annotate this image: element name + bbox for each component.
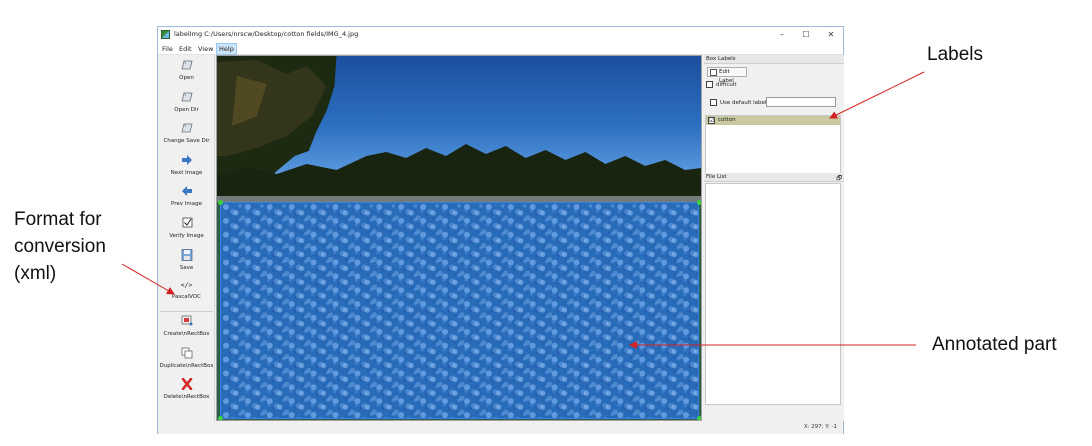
verify-image-label: Verify Image	[169, 233, 204, 239]
annotated-bounding-box[interactable]	[220, 202, 699, 419]
prev-image-button[interactable]: Prev Image	[158, 185, 215, 207]
change-save-dir-icon	[180, 123, 193, 133]
duplicate-icon	[181, 347, 192, 359]
format-pascalvoc-button[interactable]: </> PascalVOC	[158, 281, 215, 300]
floppy-disk-icon	[181, 249, 192, 261]
use-default-label-checkbox[interactable]	[710, 99, 717, 106]
menu-file[interactable]: File	[160, 44, 175, 54]
maximize-button[interactable]: ☐	[799, 29, 813, 41]
save-label: Save	[179, 265, 194, 271]
title-bar: labelImg C:/Users/nrscw/Desktop/cotton f…	[158, 27, 843, 43]
callout-format-line3: (xml)	[14, 263, 57, 284]
edit-label-button[interactable]: Edit Label	[707, 67, 747, 84]
prev-image-label: Prev Image	[171, 201, 202, 207]
callout-format: Format for conversion (xml)	[14, 206, 106, 287]
menu-help[interactable]: Help	[216, 43, 237, 55]
delete-rectbox-label: Delete\nRectBox	[163, 394, 210, 400]
duplicate-rectbox-label: Duplicate\nRectBox	[159, 363, 214, 369]
delete-rectbox-button[interactable]: Delete\nRectBox	[158, 378, 215, 400]
next-image-button[interactable]: Next Image	[158, 154, 215, 176]
open-button[interactable]: Open	[158, 59, 215, 81]
delete-x-icon	[181, 378, 192, 390]
toolbar-divider	[160, 311, 213, 312]
create-rect-icon	[181, 315, 192, 326]
file-list[interactable]	[705, 183, 841, 405]
file-list-title: File List 🗗	[704, 173, 844, 182]
left-toolbar: Open Open Dir Change Save Dir Next Image…	[158, 55, 215, 433]
open-dir-icon	[180, 92, 193, 102]
arrow-to-labels	[829, 71, 925, 119]
minimize-button[interactable]: –	[775, 29, 789, 41]
label-visible-checkbox[interactable]: ☑	[708, 117, 715, 124]
default-label-input[interactable]	[766, 97, 836, 107]
box-handle-top-right[interactable]	[697, 200, 701, 205]
box-handle-top-left[interactable]	[218, 200, 223, 205]
code-icon: </>	[180, 281, 193, 289]
tree-line-image	[217, 56, 701, 206]
close-button[interactable]: ✕	[824, 29, 838, 41]
label-row-cotton[interactable]: ☑ cotton	[706, 116, 840, 125]
app-icon	[161, 30, 170, 39]
screenshot-stage: labelImg C:/Users/nrscw/Desktop/cotton f…	[0, 0, 1092, 446]
verify-image-button[interactable]: Verify Image	[158, 217, 215, 239]
create-rectbox-label: Create\nRectBox	[163, 331, 210, 337]
edit-pen-icon	[710, 69, 717, 76]
left-arrow-icon	[181, 186, 192, 196]
status-bar: X: 297; Y: -1	[158, 421, 843, 434]
file-list-title-text: File List	[706, 174, 727, 180]
difficult-checkbox[interactable]	[706, 81, 713, 88]
change-save-dir-label: Change Save Dir	[163, 138, 210, 144]
window-title: labelImg C:/Users/nrscw/Desktop/cotton f…	[174, 30, 359, 38]
cursor-coordinates: X: 297; Y: -1	[803, 424, 837, 430]
duplicate-rectbox-button[interactable]: Duplicate\nRectBox	[158, 347, 215, 369]
callout-format-line1: Format for	[14, 209, 102, 230]
save-button[interactable]: Save	[158, 249, 215, 271]
callout-annotated-part: Annotated part	[932, 334, 1057, 355]
open-dir-label: Open Dir	[174, 107, 199, 113]
create-rectbox-button[interactable]: Create\nRectBox	[158, 315, 215, 337]
float-window-icon[interactable]: 🗗	[836, 174, 842, 183]
checkbox-icon	[182, 217, 192, 228]
open-file-icon	[180, 60, 193, 70]
label-cotton-text: cotton	[718, 117, 736, 123]
format-label: PascalVOC	[171, 294, 202, 300]
callout-labels: Labels	[927, 44, 983, 65]
open-dir-button[interactable]: Open Dir	[158, 91, 215, 113]
difficult-label: difficult	[716, 82, 737, 88]
box-labels-title: Box Labels	[704, 55, 844, 64]
next-image-label: Next Image	[170, 170, 203, 176]
labelimg-window: labelImg C:/Users/nrscw/Desktop/cotton f…	[157, 26, 844, 434]
menu-bar: File Edit View Help	[158, 43, 843, 55]
right-arrow-icon	[181, 155, 192, 165]
menu-view[interactable]: View	[196, 44, 215, 54]
cotton-texture	[221, 203, 698, 418]
image-canvas[interactable]	[216, 55, 702, 421]
use-default-label-text: Use default label	[720, 100, 767, 106]
file-list-dock: File List 🗗	[704, 173, 844, 421]
menu-edit[interactable]: Edit	[177, 44, 194, 54]
open-label: Open	[179, 75, 194, 81]
callout-format-line2: conversion	[14, 236, 106, 257]
change-save-dir-button[interactable]: Change Save Dir	[158, 122, 215, 144]
